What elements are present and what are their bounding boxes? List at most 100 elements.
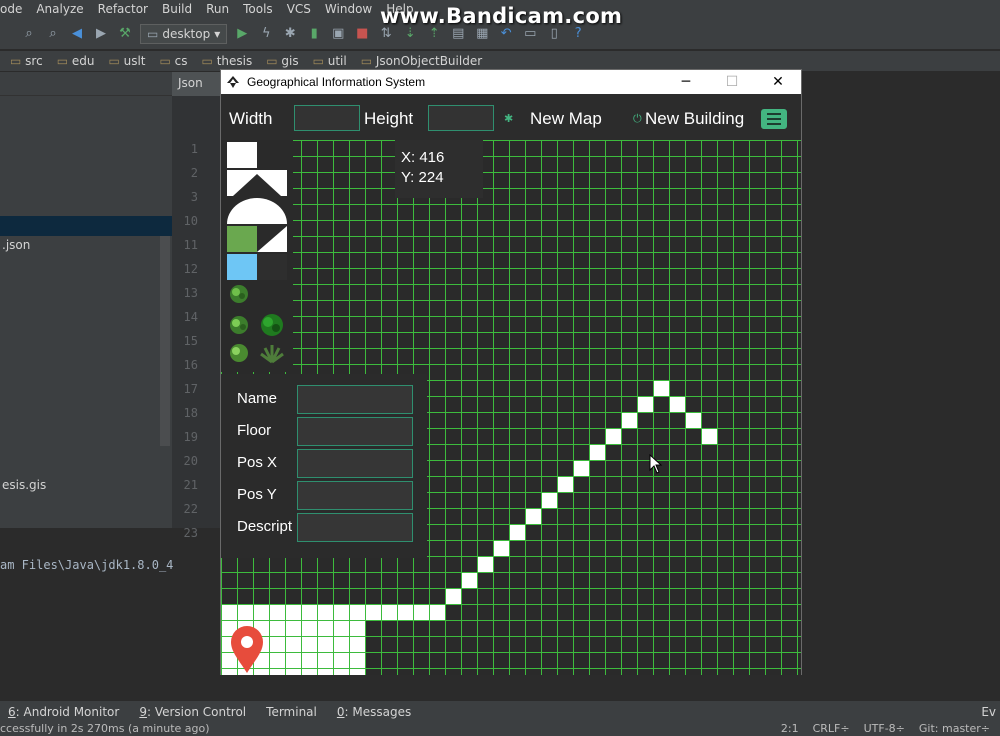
run-config-select[interactable]: ▭ desktop ▾ xyxy=(140,23,228,44)
breadcrumb-item[interactable]: src xyxy=(10,54,43,68)
map-tile[interactable] xyxy=(606,429,621,444)
menu-item[interactable]: Tools xyxy=(243,2,273,16)
map-tile[interactable] xyxy=(414,605,429,620)
tile-water-icon[interactable] xyxy=(227,254,257,280)
tool-window-button[interactable]: 0: Messages xyxy=(337,705,411,719)
search-icon[interactable]: ⌕ xyxy=(20,25,38,43)
tree-icon[interactable] xyxy=(227,312,257,338)
map-tile[interactable] xyxy=(334,637,349,652)
event-log-button[interactable]: Ev xyxy=(981,705,996,719)
map-tile[interactable] xyxy=(302,621,317,636)
back-icon[interactable]: ◀ xyxy=(68,25,86,43)
sidebar-scrollbar[interactable] xyxy=(160,236,170,446)
tree-icon[interactable] xyxy=(227,340,257,366)
map-tile[interactable] xyxy=(286,653,301,668)
pos-y-input[interactable] xyxy=(297,481,413,510)
tile-quarter-circle-icon[interactable] xyxy=(227,198,257,224)
tree-icon[interactable] xyxy=(227,282,257,308)
map-tile[interactable] xyxy=(398,605,413,620)
map-tile[interactable] xyxy=(702,429,717,444)
attach-icon[interactable]: ▣ xyxy=(329,25,347,43)
minimize-button[interactable]: ─ xyxy=(663,70,709,94)
tool-window-button[interactable]: Terminal xyxy=(266,705,317,719)
tile-quarter-circle-icon[interactable] xyxy=(257,198,287,224)
height-input[interactable] xyxy=(428,105,494,131)
editor-tab[interactable]: Json xyxy=(172,72,222,96)
map-tile[interactable] xyxy=(654,381,669,396)
status-indicator[interactable]: UTF-8÷ xyxy=(864,722,905,735)
map-tile[interactable] xyxy=(286,621,301,636)
map-tile[interactable] xyxy=(350,621,365,636)
status-indicator[interactable]: CRLF÷ xyxy=(813,722,850,735)
description-input[interactable] xyxy=(297,513,413,542)
map-tile[interactable] xyxy=(318,637,333,652)
map-tile[interactable] xyxy=(318,621,333,636)
close-button[interactable]: ✕ xyxy=(755,70,801,94)
map-tile[interactable] xyxy=(622,413,637,428)
menu-item[interactable]: Build xyxy=(162,2,192,16)
new-map-button[interactable]: New Map xyxy=(530,109,602,129)
map-tile[interactable] xyxy=(286,605,301,620)
tile-corner-icon[interactable] xyxy=(227,170,257,196)
debug-icon[interactable]: ✱ xyxy=(281,25,299,43)
stop-icon[interactable]: ■ xyxy=(353,25,371,43)
map-tile[interactable] xyxy=(286,669,301,675)
forward-icon[interactable]: ▶ xyxy=(92,25,110,43)
map-tile[interactable] xyxy=(334,605,349,620)
map-tile[interactable] xyxy=(670,397,685,412)
breadcrumb-item[interactable]: cs xyxy=(160,54,188,68)
tool-window-button[interactable]: 6: Android Monitor xyxy=(8,705,119,719)
breadcrumb-item[interactable]: util xyxy=(313,54,347,68)
map-tile[interactable] xyxy=(254,605,269,620)
sidebar-file[interactable]: esis.gis xyxy=(2,478,46,492)
map-tile[interactable] xyxy=(270,669,285,675)
map-tile[interactable] xyxy=(302,669,317,675)
width-input[interactable] xyxy=(294,105,360,131)
map-tile[interactable] xyxy=(270,653,285,668)
map-grid[interactable]: X: 416 Y: 224 Name Floor Pos X Pos Y Des… xyxy=(221,140,801,675)
breadcrumb-item[interactable]: gis xyxy=(266,54,298,68)
menu-item[interactable]: Window xyxy=(325,2,372,16)
map-tile[interactable] xyxy=(350,637,365,652)
tool-window-button[interactable]: 9: Version Control xyxy=(139,705,246,719)
location-pin-icon[interactable] xyxy=(229,626,265,674)
tile-empty-icon[interactable] xyxy=(257,254,287,280)
map-tile[interactable] xyxy=(382,605,397,620)
map-tile[interactable] xyxy=(574,461,589,476)
menu-item[interactable]: Refactor xyxy=(98,2,148,16)
map-tile[interactable] xyxy=(318,653,333,668)
hamburger-menu-button[interactable] xyxy=(761,109,787,129)
map-tile[interactable] xyxy=(510,525,525,540)
run-icon[interactable]: ▶ xyxy=(233,25,251,43)
breadcrumb-item[interactable]: JsonObjectBuilder xyxy=(361,54,482,68)
breadcrumb-item[interactable]: thesis xyxy=(202,54,253,68)
breadcrumb-item[interactable]: edu xyxy=(57,54,95,68)
bush-icon[interactable] xyxy=(257,312,287,338)
name-input[interactable] xyxy=(297,385,413,414)
tile-triangle-icon[interactable] xyxy=(257,226,287,252)
tile-grass-icon[interactable] xyxy=(227,226,257,252)
status-indicator[interactable]: Git: master÷ xyxy=(919,722,990,735)
map-tile[interactable] xyxy=(542,493,557,508)
apply-changes-icon[interactable]: ϟ xyxy=(257,25,275,43)
build-hammer-icon[interactable]: ⚒ xyxy=(116,25,134,43)
tile-wall-icon[interactable] xyxy=(227,142,257,168)
map-tile[interactable] xyxy=(302,637,317,652)
map-tile[interactable] xyxy=(686,413,701,428)
floor-input[interactable] xyxy=(297,417,413,446)
map-tile[interactable] xyxy=(270,621,285,636)
map-tile[interactable] xyxy=(590,445,605,460)
new-building-button[interactable]: New Building xyxy=(645,109,744,129)
zoom-icon[interactable]: ⌕ xyxy=(44,25,62,43)
map-tile[interactable] xyxy=(318,605,333,620)
map-tile[interactable] xyxy=(302,653,317,668)
selected-file-row[interactable] xyxy=(0,216,172,236)
map-tile[interactable] xyxy=(334,621,349,636)
breadcrumb-item[interactable]: uslt xyxy=(108,54,146,68)
sidebar-file[interactable]: .json xyxy=(2,238,30,252)
map-tile[interactable] xyxy=(350,605,365,620)
menu-item[interactable]: ode xyxy=(0,2,22,16)
menu-item[interactable]: VCS xyxy=(287,2,311,16)
map-tile[interactable] xyxy=(462,573,477,588)
map-tile[interactable] xyxy=(366,605,381,620)
